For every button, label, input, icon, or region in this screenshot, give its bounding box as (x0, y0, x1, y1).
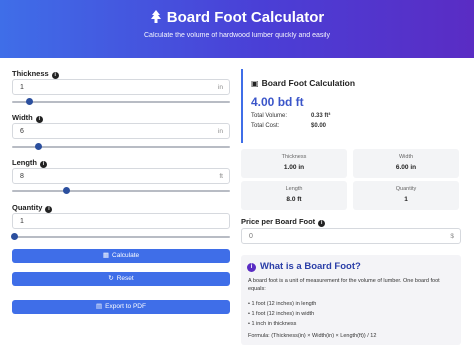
info-box: i What is a Board Foot? A board foot is a… (241, 255, 461, 345)
result-card: ▣ Board Foot Calculation 4.00 bd ft Total… (241, 69, 461, 143)
quantity-label-text: Quantity (12, 203, 43, 212)
info-description: A board foot is a unit of measurement fo… (248, 278, 440, 292)
total-volume-value: 0.33 ft³ (311, 113, 331, 119)
slider-thumb[interactable] (34, 143, 42, 150)
list-item: • 1 foot (12 inches) in width (248, 311, 315, 317)
app-title-text: Board Foot Calculator (166, 9, 325, 26)
info-title: i What is a Board Foot? (247, 261, 361, 272)
tree-icon (150, 10, 161, 23)
thickness-slider[interactable] (12, 98, 230, 106)
width-slider[interactable] (12, 143, 230, 151)
length-label-text: Length (12, 158, 37, 167)
formula-text: Formula: (Thickness(in) × Width(in) × Le… (248, 333, 377, 339)
width-label: Width i (12, 113, 43, 123)
stat-value: 1.00 in (283, 164, 305, 171)
length-label: Length i (12, 158, 47, 168)
stat-length: Length 8.0 ft (241, 181, 347, 210)
app-title: Board Foot Calculator (0, 9, 474, 26)
app-subtitle: Calculate the volume of hardwood lumber … (144, 32, 330, 39)
stat-label: Length (285, 186, 303, 192)
price-label: Price per Board Foot i (241, 217, 326, 227)
list-item: • 1 inch in thickness (248, 321, 297, 327)
quantity-input[interactable]: 1 (12, 213, 230, 229)
stat-label: Thickness (281, 154, 307, 160)
total-cost-label: Total Cost: (251, 123, 280, 129)
stat-value: 1 (404, 196, 408, 203)
total-volume-label: Total Volume: (251, 113, 288, 119)
price-value: 0 (249, 233, 253, 240)
result-title-text: Board Foot Calculation (261, 78, 356, 88)
quantity-value: 1 (20, 218, 24, 225)
stat-label: Width (398, 154, 414, 160)
stat-thickness: Thickness 1.00 in (241, 149, 347, 178)
list-item-text: 1 foot (12 inches) in width (251, 311, 315, 317)
stat-label: Quantity (395, 186, 417, 192)
info-icon[interactable]: i (35, 116, 43, 123)
total-volume-row: Total Volume: 0.33 ft³ (251, 113, 330, 119)
price-label-text: Price per Board Foot (241, 217, 316, 226)
info-icon[interactable]: i (318, 220, 326, 227)
width-unit: in (217, 128, 223, 135)
pdf-icon: ▤ (96, 303, 103, 310)
reset-button[interactable]: ↻ Reset (12, 272, 230, 286)
slider-track (12, 146, 230, 148)
export-label: Export to PDF (105, 303, 146, 310)
info-icon[interactable]: i (51, 72, 59, 79)
slider-track (12, 101, 230, 103)
board-feet-value: 4.00 bd ft (251, 95, 304, 109)
export-pdf-button[interactable]: ▤ Export to PDF (12, 300, 230, 314)
stat-value: 6.00 in (395, 164, 417, 171)
result-title: ▣ Board Foot Calculation (251, 78, 355, 88)
width-input[interactable]: 6 in (12, 123, 230, 139)
info-title-text: What is a Board Foot? (260, 261, 361, 272)
calculate-button[interactable]: ▦ Calculate (12, 249, 230, 263)
info-icon[interactable]: i (45, 206, 53, 213)
slider-track (12, 190, 230, 192)
price-input[interactable]: 0 $ (241, 228, 461, 244)
list-item-text: 1 foot (12 inches) in length (251, 301, 317, 307)
cube-icon: ▣ (251, 79, 259, 88)
width-label-text: Width (12, 113, 33, 122)
info-icon[interactable]: i (40, 161, 47, 168)
slider-track (12, 236, 230, 238)
quantity-slider[interactable] (10, 233, 230, 241)
slider-thumb[interactable] (10, 233, 18, 240)
list-item: • 1 foot (12 inches) in length (248, 301, 317, 307)
slider-thumb[interactable] (63, 187, 70, 194)
info-circle-icon: i (247, 263, 256, 272)
list-item-text: 1 inch in thickness (251, 321, 297, 327)
total-cost-value: $0.00 (311, 123, 327, 129)
reset-label: Reset (116, 275, 134, 282)
quantity-label: Quantity i (12, 203, 53, 213)
slider-thumb[interactable] (25, 98, 33, 105)
calculator-icon: ▦ (102, 252, 110, 259)
header: Board Foot Calculator Calculate the volu… (0, 0, 474, 58)
total-cost-row: Total Cost: $0.00 (251, 123, 326, 129)
stat-width: Width 6.00 in (353, 149, 459, 178)
length-input[interactable]: 8 ft (12, 168, 230, 184)
thickness-input[interactable]: 1 in (12, 79, 230, 95)
thickness-label-text: Thickness (12, 69, 49, 78)
calculate-label: Calculate (112, 252, 140, 259)
reset-icon: ↻ (108, 275, 114, 282)
length-unit: ft (219, 173, 223, 180)
thickness-unit: in (217, 84, 223, 91)
thickness-value: 1 (20, 84, 24, 91)
price-unit: $ (450, 233, 454, 240)
stat-value: 8.0 ft (286, 196, 302, 203)
length-slider[interactable] (12, 187, 230, 195)
thickness-label: Thickness i (12, 69, 59, 79)
stat-quantity: Quantity 1 (353, 181, 459, 210)
width-value: 6 (20, 128, 24, 135)
length-value: 8 (20, 173, 24, 180)
